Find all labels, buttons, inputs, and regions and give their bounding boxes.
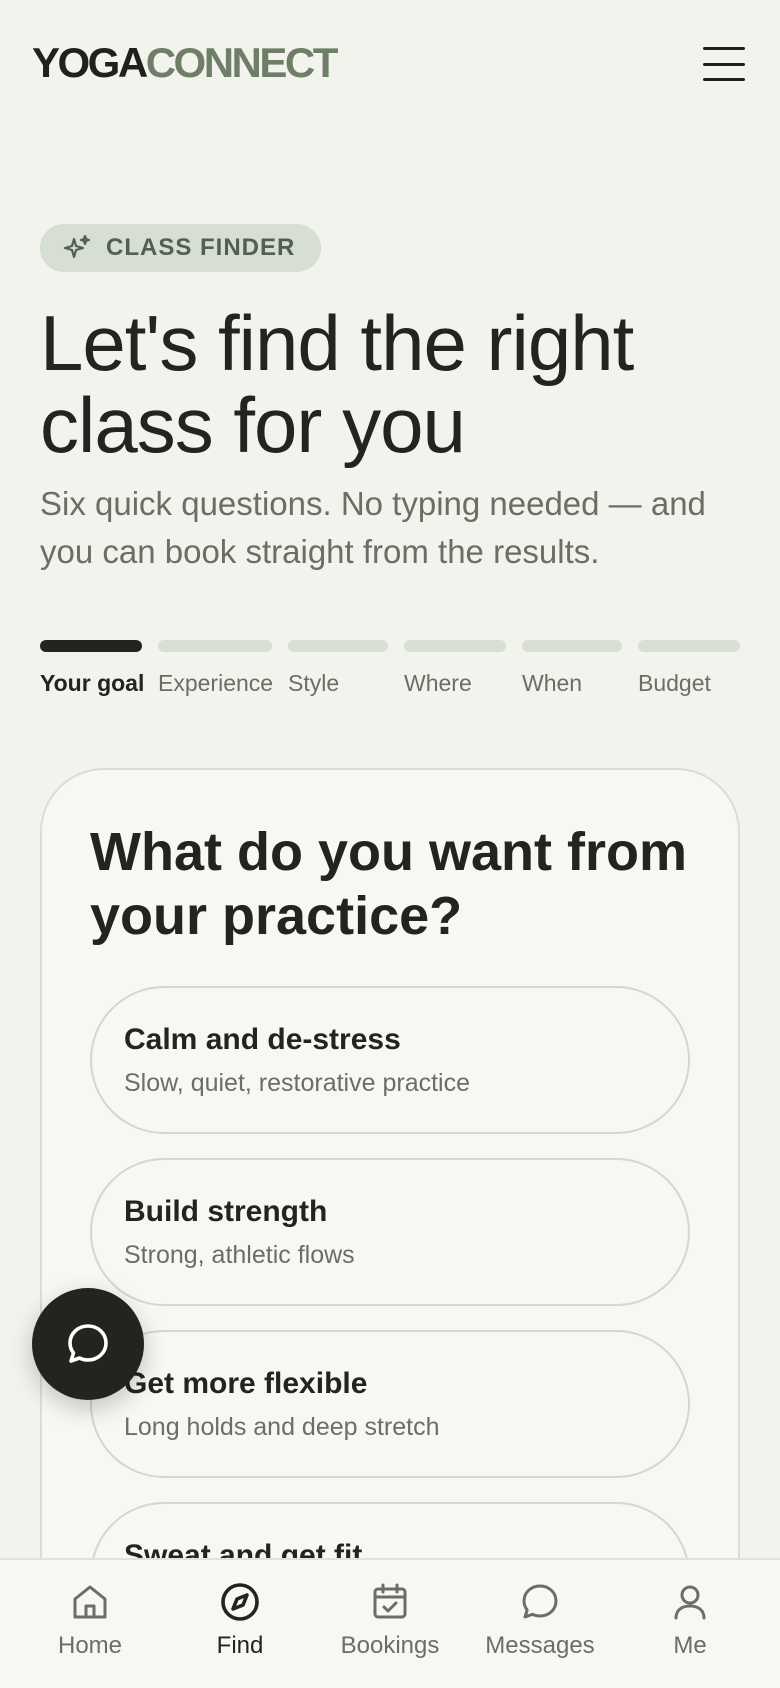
hamburger-icon-line	[703, 62, 745, 66]
option-strength[interactable]: Build strength Strong, athletic flows	[90, 1158, 690, 1306]
step-bar	[158, 640, 272, 652]
option-subtitle: Slow, quiet, restorative practice	[124, 1069, 470, 1097]
step-budget[interactable]: Budget	[638, 640, 740, 697]
home-icon	[73, 1585, 107, 1619]
step-when[interactable]: When	[522, 640, 622, 697]
option-flexible[interactable]: Get more flexible Long holds and deep st…	[90, 1330, 690, 1478]
nav-bookings[interactable]: Bookings	[315, 1580, 465, 1676]
question-card: What do you want from your practice? Cal…	[40, 768, 740, 1688]
nav-label: Find	[216, 1632, 264, 1659]
app-header: YOGACONNECT	[0, 0, 780, 130]
badge-label: CLASS FINDER	[106, 234, 296, 261]
option-subtitle: Strong, athletic flows	[124, 1241, 355, 1269]
question-title: What do you want from your practice?	[90, 822, 687, 946]
step-your-goal[interactable]: Your goal	[40, 640, 145, 697]
step-bar	[638, 640, 740, 652]
nav-label: Home	[57, 1632, 123, 1659]
class-finder-badge: CLASS FINDER	[40, 224, 322, 272]
step-bar	[404, 640, 506, 652]
option-title: Build strength	[124, 1195, 328, 1228]
step-style[interactable]: Style	[288, 640, 388, 697]
nav-find[interactable]: Find	[165, 1580, 315, 1676]
user-icon	[674, 1585, 706, 1620]
nav-home[interactable]: Home	[15, 1580, 165, 1676]
page-subtitle: Six quick questions. No typing needed — …	[40, 485, 706, 570]
nav-me[interactable]: Me	[615, 1580, 765, 1676]
chat-bubble-icon	[68, 1324, 108, 1363]
page-title: Let's find the right class for you	[40, 299, 634, 469]
nav-label: Bookings	[340, 1632, 440, 1659]
step-label: When	[522, 670, 583, 696]
step-label: Budget	[638, 670, 711, 696]
progress-steps: Your goal Experience Style Where When Bu…	[40, 640, 740, 710]
nav-label: Messages	[485, 1632, 595, 1659]
step-bar	[522, 640, 622, 652]
bottom-navigation: Home Find Bookings Messages Me	[0, 1558, 780, 1688]
step-bar	[288, 640, 388, 652]
step-label: Where	[404, 670, 472, 696]
option-calm[interactable]: Calm and de-stress Slow, quiet, restorat…	[90, 986, 690, 1134]
option-title: Calm and de-stress	[124, 1023, 401, 1056]
message-icon	[522, 1584, 558, 1619]
step-label: Experience	[158, 670, 274, 696]
option-subtitle: Long holds and deep stretch	[124, 1413, 440, 1441]
calendar-icon	[373, 1583, 407, 1619]
sparkles-icon	[63, 234, 91, 259]
step-bar	[40, 640, 142, 652]
step-experience[interactable]: Experience	[158, 640, 274, 697]
hamburger-icon-line	[703, 78, 745, 81]
step-where[interactable]: Where	[404, 640, 506, 697]
brand-logo-part1: YOGA	[32, 39, 148, 86]
option-title: Get more flexible	[124, 1367, 368, 1400]
compass-icon	[221, 1583, 259, 1621]
menu-button[interactable]	[698, 44, 750, 84]
nav-messages[interactable]: Messages	[465, 1580, 615, 1676]
chat-fab-button[interactable]	[32, 1288, 144, 1400]
step-label: Style	[288, 670, 340, 696]
brand-logo[interactable]: YOGACONNECT	[32, 38, 339, 88]
brand-logo-part2: CONNECT	[145, 39, 339, 86]
nav-label: Me	[673, 1632, 707, 1659]
step-label: Your goal	[40, 670, 145, 696]
hamburger-icon-line	[703, 47, 745, 50]
